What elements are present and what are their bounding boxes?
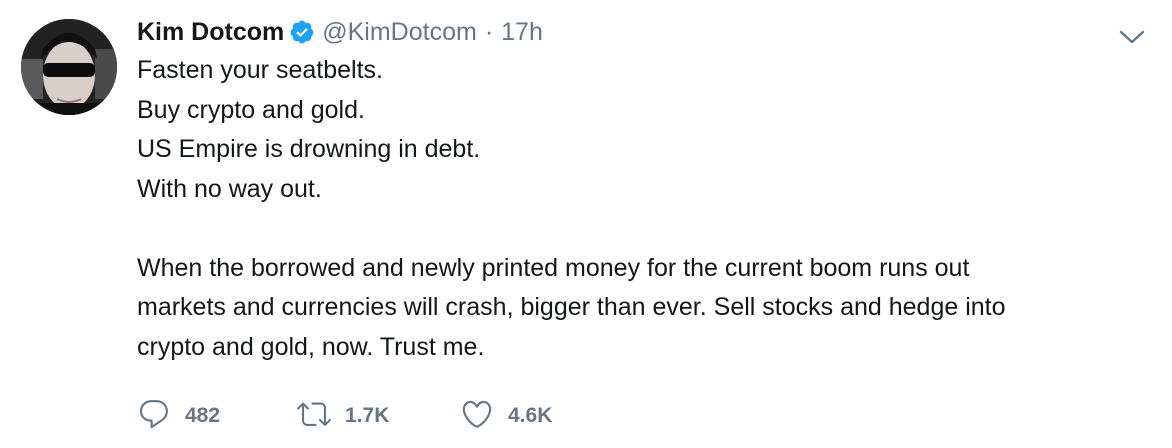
tweet-line: US Empire is drowning in debt. xyxy=(137,135,481,163)
tweet-header: Kim Dotcom @KimDotcom · 17h xyxy=(137,14,1127,50)
separator-dot: · xyxy=(484,17,494,46)
avatar[interactable] xyxy=(21,19,117,115)
tweet-line: crypto and gold, now. Trust me. xyxy=(137,332,485,361)
retweet-count: 1.7K xyxy=(345,404,390,427)
tweet-line: When the borrowed and newly printed mone… xyxy=(137,253,970,282)
tweet-content: Kim Dotcom @KimDotcom · 17h Fasten your … xyxy=(137,14,1127,367)
tweet-actions: 482 1.7K 4.6K xyxy=(137,398,620,434)
avatar-image xyxy=(21,19,117,115)
retweet-icon xyxy=(297,397,331,436)
reply-button[interactable]: 482 xyxy=(137,397,297,436)
tweet-line: With no way out. xyxy=(137,174,322,203)
tweet-line: Buy crypto and gold. xyxy=(137,95,365,124)
author-handle[interactable]: @KimDotcom xyxy=(322,18,477,47)
tweet-timestamp[interactable]: 17h xyxy=(501,18,543,47)
like-icon xyxy=(460,397,494,436)
tweet-text: Fasten your seatbelts. Buy crypto and go… xyxy=(137,51,1127,367)
like-count: 4.6K xyxy=(508,404,553,427)
tweet-line: markets and currencies will crash, bigge… xyxy=(137,293,1006,321)
author-name[interactable]: Kim Dotcom xyxy=(137,18,284,47)
verified-badge-icon xyxy=(289,19,315,45)
reply-count: 482 xyxy=(185,404,221,427)
like-button[interactable]: 4.6K xyxy=(460,397,620,436)
tweet-line: Fasten your seatbelts. xyxy=(137,56,383,84)
reply-icon xyxy=(137,397,171,436)
chevron-down-icon[interactable] xyxy=(1118,27,1146,47)
tweet-paragraph: When the borrowed and newly printed mone… xyxy=(137,249,1127,368)
retweet-button[interactable]: 1.7K xyxy=(297,397,460,436)
